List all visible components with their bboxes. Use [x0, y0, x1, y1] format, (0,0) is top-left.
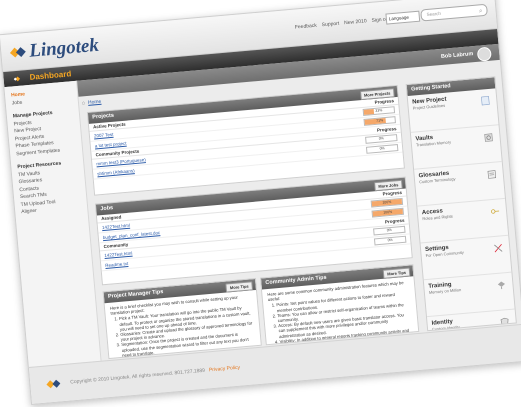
copyright: Copyright © 2010 Lingotek. All rights re… [70, 365, 240, 386]
language-value: Language [388, 14, 410, 22]
getting-started-panel: Getting Started New Project Project Guid… [405, 76, 517, 332]
assigned-label: Assigned [100, 214, 122, 222]
jobs-panel-title: Jobs [100, 205, 114, 213]
sidebar-main: Home Jobs [11, 87, 78, 108]
key-icon [491, 209, 500, 214]
sidebar-project-resources: Project Resources TM Vaults Glossaries C… [17, 159, 87, 217]
document-icon [481, 96, 490, 106]
new-link[interactable]: New 2010 [344, 18, 367, 26]
dashboard-icon [13, 76, 21, 82]
logo-text: Lingotek [28, 34, 100, 62]
progress-bar: 71% [363, 116, 396, 126]
progress-value: 33% [375, 108, 383, 113]
project-link[interactable]: shtimm (Afrikaans) [97, 168, 135, 176]
progress-column-label: Progress [384, 217, 405, 225]
sidebar-manage-projects: Manage Projects Projects New Project Pro… [13, 108, 83, 159]
projects-panel-title: Projects [92, 112, 115, 121]
search-icon[interactable]: ⌕ [479, 6, 483, 16]
training-icon [497, 281, 506, 290]
progress-value: 100% [383, 209, 393, 215]
projects-panel: Projects More Projects Active Projects P… [86, 84, 405, 196]
progress-value: 0% [379, 146, 385, 151]
progress-column-label: Progress [382, 189, 403, 197]
progress-bar: 0% [373, 235, 407, 246]
progress-value: 100% [382, 199, 392, 205]
job-link[interactable]: Readme.txt [105, 261, 128, 268]
glossary-icon [487, 170, 497, 179]
user-name[interactable]: Bob Labrum [441, 51, 474, 60]
project-link[interactable]: a lot test project [95, 141, 127, 149]
dashboard-title: Dashboard [29, 69, 72, 82]
job-link[interactable]: 1422Test.html [102, 223, 130, 230]
getting-started-title: Getting Started [410, 83, 451, 93]
logo-mark-icon [9, 45, 26, 60]
progress-bar: 0% [365, 144, 399, 154]
progress-bar: 100% [370, 197, 404, 208]
home-icon: ⌂ [81, 100, 86, 107]
copyright-text: Copyright © 2010 Lingotek. All rights re… [70, 367, 206, 386]
vault-icon [484, 133, 493, 142]
progress-bar: 0% [373, 225, 406, 236]
pm-tips-panel: Project Manager Tips More Tips Here is a… [102, 277, 262, 360]
top-links: Feedback Support New 2010 Sign out [295, 16, 391, 30]
support-link[interactable]: Support [322, 21, 340, 29]
job-link[interactable]: 1422Test.html [104, 251, 132, 258]
progress-value: 0% [386, 227, 392, 233]
logo[interactable]: Lingotek [9, 34, 100, 65]
community-jobs-label: Community [103, 241, 129, 250]
pm-tips-title: Project Manager Tips [107, 289, 164, 300]
progress-column-label: Progress [376, 126, 397, 133]
search-input[interactable]: Search ⌕ [420, 3, 488, 22]
privacy-policy-link[interactable]: Privacy Policy [209, 365, 241, 374]
tools-icon [494, 244, 503, 253]
app-window: Lingotek Feedback Support New 2010 Sign … [0, 0, 521, 405]
feedback-link[interactable]: Feedback [295, 23, 317, 31]
breadcrumb-home[interactable]: Home [88, 99, 102, 106]
progress-column-label: Progress [374, 98, 395, 105]
footer-logo-icon [46, 379, 61, 389]
progress-bar: 0% [365, 134, 398, 144]
screenshot-stage: Lingotek Feedback Support New 2010 Sign … [0, 0, 521, 407]
project-link[interactable]: 2007 Test [94, 132, 114, 139]
progress-bar: 100% [371, 207, 404, 218]
ca-tips-panel: Community Admin Tips More Tips Here are … [259, 264, 420, 346]
avatar[interactable] [476, 46, 492, 62]
language-select[interactable]: Language [385, 10, 421, 25]
progress-value: 71% [376, 118, 384, 123]
progress-bar: 33% [362, 106, 396, 116]
search-placeholder: Search [426, 10, 442, 18]
ca-tips-title: Community Admin Tips [265, 274, 327, 287]
progress-value: 0% [387, 237, 393, 243]
progress-value: 0% [378, 136, 384, 141]
